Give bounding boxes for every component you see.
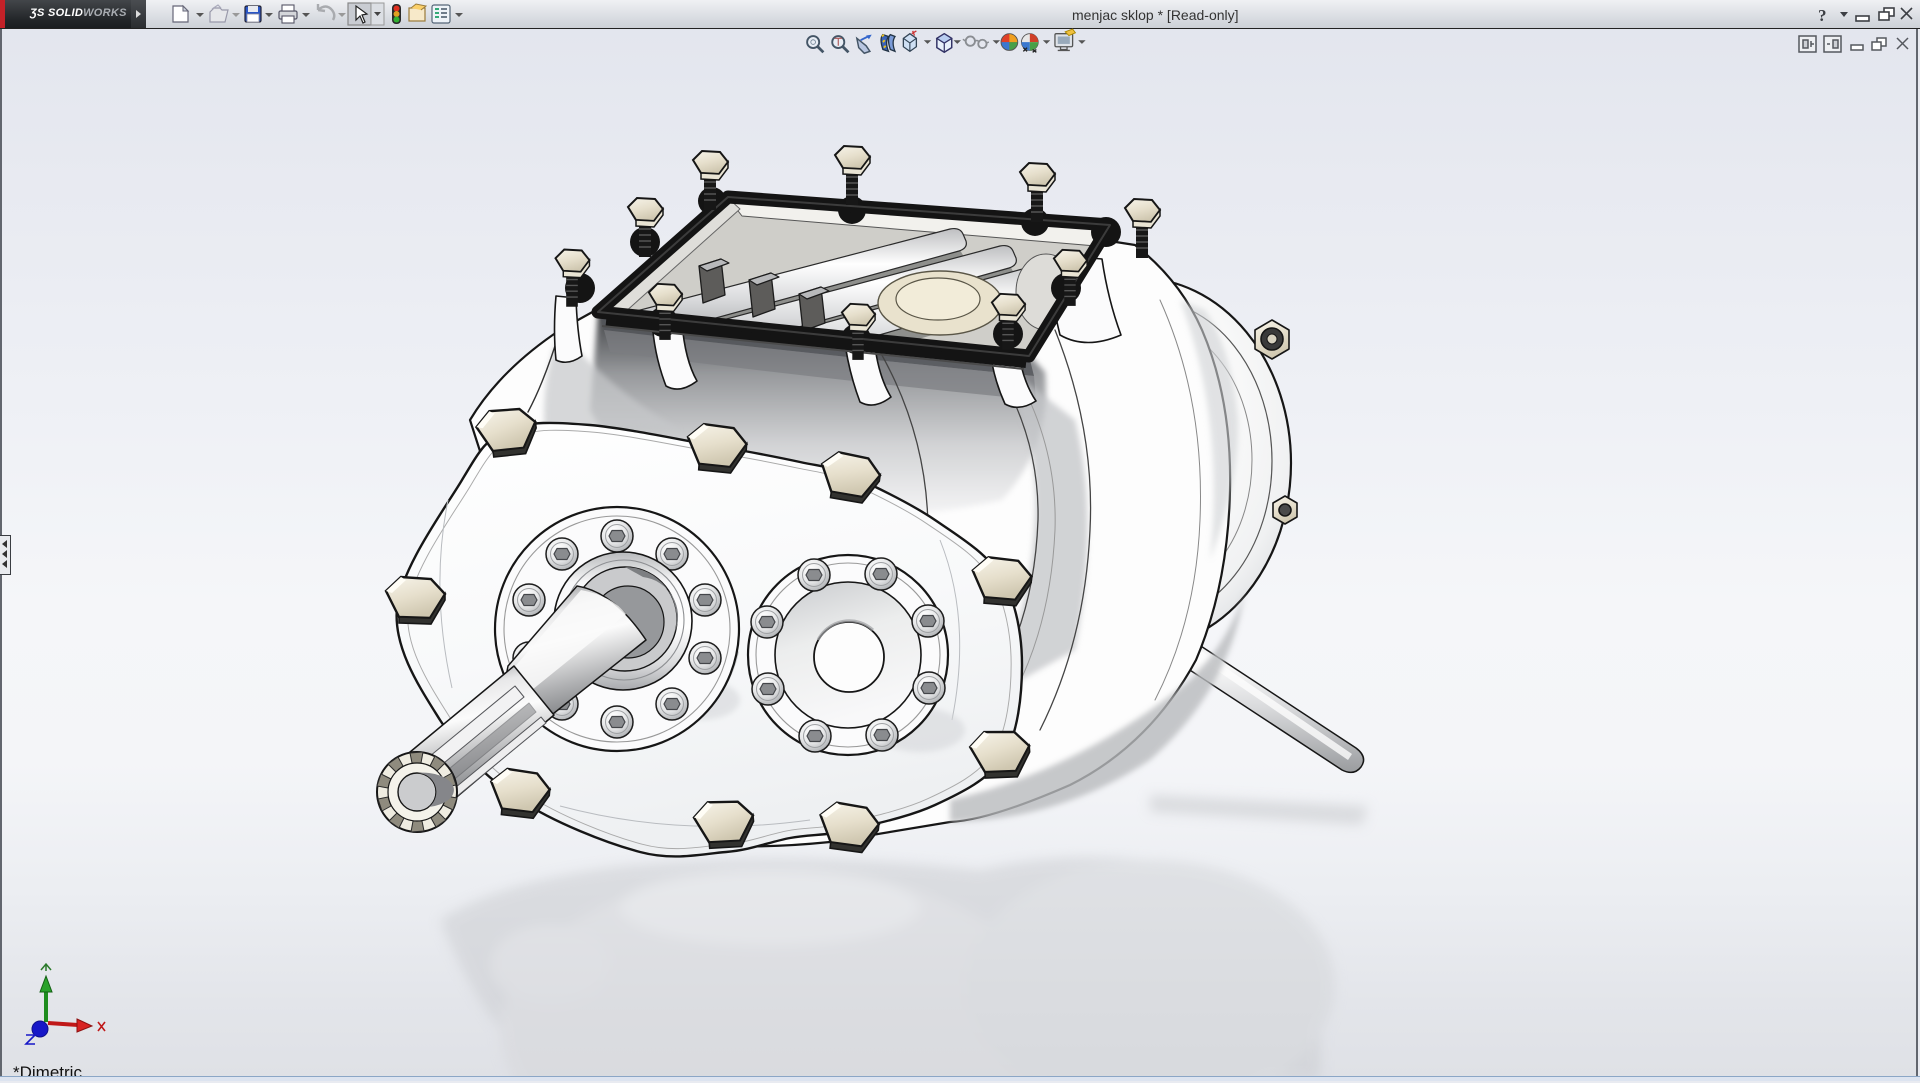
svg-text:?: ? [1818,6,1827,25]
